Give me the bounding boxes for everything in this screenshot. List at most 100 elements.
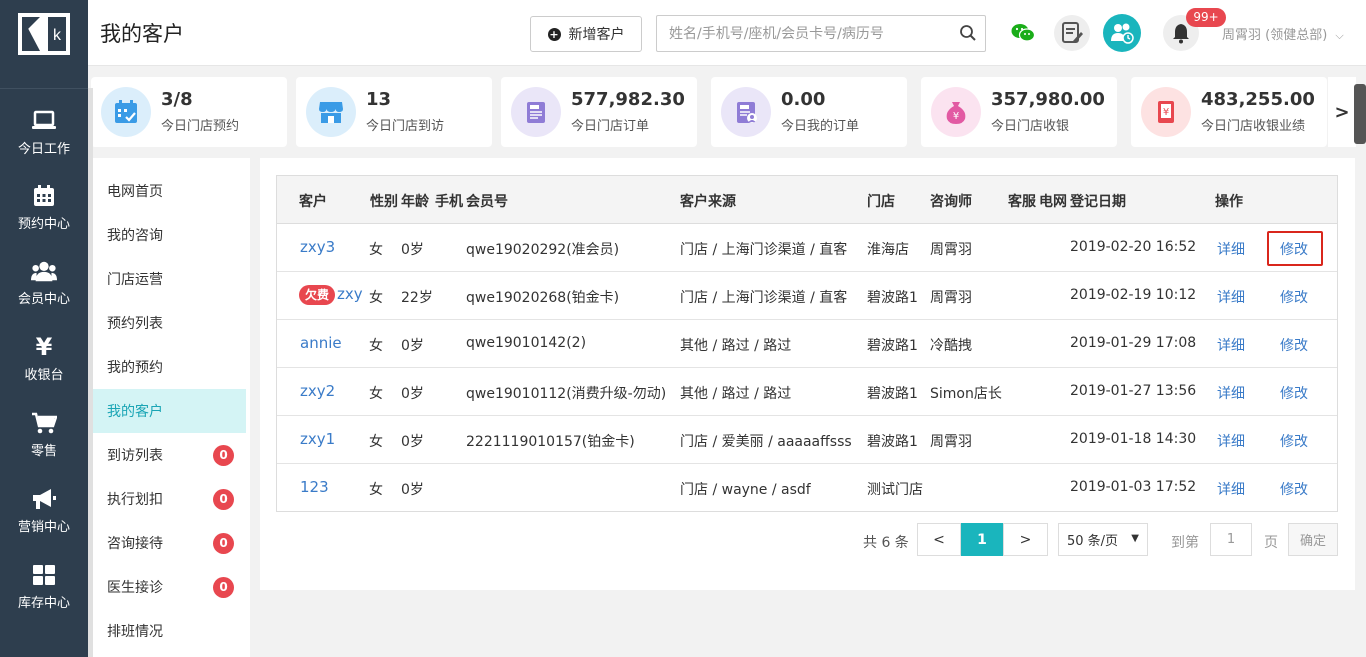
wechat-icon[interactable]	[1005, 15, 1041, 51]
submenu-item-my-customers[interactable]: 我的客户	[93, 389, 246, 433]
nav-inventory-center[interactable]: 库存中心	[0, 562, 88, 632]
date-cell: 2019-01-27 13:56	[1070, 383, 1197, 399]
member-cell: qwe19020268(铂金卡)	[466, 290, 620, 306]
nav-member-center[interactable]: 会员中心	[0, 258, 88, 328]
detail-link[interactable]: 详细	[1217, 383, 1245, 403]
detail-link[interactable]: 详细	[1217, 287, 1245, 307]
stat-card-my-orders[interactable]: 0.00 今日我的订单	[711, 77, 907, 147]
customer-name-link[interactable]: 123	[300, 478, 329, 496]
user-menu[interactable]: 周霄羽 (领健总部) ⌵	[1222, 24, 1344, 43]
svg-text:¥: ¥	[953, 111, 959, 122]
col-gender: 性别	[370, 194, 398, 210]
gender-cell: 女	[369, 482, 383, 498]
stat-label: 今日门店订单	[571, 119, 650, 134]
nav-label: 营销中心	[17, 520, 70, 535]
date-cell: 2019-02-20 16:52	[1070, 239, 1197, 255]
app-logo[interactable]: k	[18, 13, 70, 55]
stat-card-cashier-performance[interactable]: ¥ 483,255.00 今日门店收银业绩	[1131, 77, 1327, 147]
submenu-item-consult-reception[interactable]: 咨询接待 0	[93, 521, 246, 565]
edit-link[interactable]: 修改	[1280, 239, 1308, 259]
nav-cashier[interactable]: ¥ 收银台	[0, 333, 88, 404]
stats-bar: 3/8 今日门店预约 13 今日门店到访 577,982.30 今日门店订单 0…	[88, 66, 1366, 156]
scrollbar-handle[interactable]	[1354, 84, 1366, 144]
gender-cell: 女	[369, 242, 383, 258]
notification-badge: 99+	[1186, 8, 1226, 27]
table-row: 欠费 zxy 女 22岁 qwe19020268(铂金卡) 门店 / 上海门诊渠道…	[277, 272, 1337, 320]
nav-marketing-center[interactable]: 营销中心	[0, 486, 88, 556]
col-age: 年龄	[401, 194, 429, 210]
date-cell: 2019-02-19 10:12	[1070, 287, 1197, 303]
goto-page-input[interactable]	[1210, 523, 1252, 556]
add-customer-button[interactable]: + 新增客户	[530, 16, 642, 52]
gender-cell: 女	[369, 290, 383, 306]
stat-card-visits[interactable]: 13 今日门店到访	[296, 77, 492, 147]
nav-retail[interactable]: 零售	[0, 410, 88, 480]
laptop-icon	[31, 108, 57, 134]
customer-name-link[interactable]: zxy2	[300, 382, 335, 400]
submenu-label: 执行划扣	[107, 492, 163, 508]
submenu-item-schedule[interactable]: 排班情况	[93, 609, 246, 653]
table-row: annie 女 0岁 qwe19010142(2) 其他 / 路过 / 路过 碧…	[277, 320, 1337, 368]
nav-appointment-center[interactable]: 预约中心	[0, 183, 88, 253]
page-1-button[interactable]: 1	[961, 523, 1003, 556]
detail-link[interactable]: 详细	[1217, 239, 1245, 259]
submenu-item-visit-list[interactable]: 到访列表 0	[93, 433, 246, 477]
main-sidebar: k 今日工作 预约中心 会员中心 ¥ 收银台 零售 营销中心 库存中心	[0, 0, 88, 657]
edit-link[interactable]: 修改	[1280, 287, 1308, 307]
customer-search	[656, 15, 986, 52]
search-input[interactable]	[657, 16, 937, 51]
source-cell: 门店 / 上海门诊渠道 / 直客	[680, 290, 848, 306]
stat-label: 今日门店到访	[366, 119, 445, 134]
customer-name-link[interactable]: annie	[300, 334, 342, 352]
store-cell: 碧波路1	[867, 338, 918, 354]
yen-icon: ¥	[35, 333, 53, 361]
col-store: 门店	[867, 194, 895, 210]
submenu-item-network-home[interactable]: 电网首页	[93, 169, 246, 213]
detail-link[interactable]: 详细	[1217, 479, 1245, 499]
page-size-value: 50 条/页	[1067, 534, 1119, 549]
nav-today-work[interactable]: 今日工作	[0, 108, 88, 178]
plus-icon: +	[547, 27, 561, 41]
submenu-item-execute-deduction[interactable]: 执行划扣 0	[93, 477, 246, 521]
stats-next-button[interactable]: >	[1328, 77, 1356, 147]
nav-label: 库存中心	[17, 596, 70, 611]
svg-text:¥: ¥	[1163, 107, 1169, 118]
detail-link[interactable]: 详细	[1217, 431, 1245, 451]
count-badge: 0	[213, 577, 234, 598]
customer-name-link[interactable]: zxy3	[300, 238, 335, 256]
submenu-label: 医生接诊	[107, 580, 163, 596]
col-service: 客服	[1008, 194, 1036, 210]
detail-link[interactable]: 详细	[1217, 335, 1245, 355]
source-cell: 其他 / 路过 / 路过	[680, 338, 792, 354]
submenu-label: 我的客户	[107, 404, 163, 420]
customer-name-link[interactable]: zxy1	[300, 430, 335, 448]
customer-name-link[interactable]: 欠费 zxy	[299, 285, 363, 305]
customer-group-icon[interactable]	[1103, 14, 1141, 52]
edit-link[interactable]: 修改	[1280, 335, 1308, 355]
col-member-no: 会员号	[466, 194, 508, 210]
edit-link[interactable]: 修改	[1280, 431, 1308, 451]
search-icon[interactable]	[959, 24, 977, 46]
stat-card-appointments[interactable]: 3/8 今日门店预约	[91, 77, 287, 147]
submenu-item-my-consultations[interactable]: 我的咨询	[93, 213, 246, 257]
goto-confirm-button[interactable]: 确定	[1288, 523, 1338, 556]
customer-table: 客户 性别 年龄 手机 会员号 客户来源 门店 咨询师 客服 电网 登记日期 操…	[276, 175, 1338, 512]
app-root: k 今日工作 预约中心 会员中心 ¥ 收银台 零售 营销中心 库存中心 我的客户…	[0, 0, 1366, 657]
task-list-icon[interactable]	[1054, 15, 1090, 51]
page-size-select[interactable]: 50 条/页 ▼	[1058, 523, 1148, 556]
store-cell: 碧波路1	[867, 290, 918, 306]
submenu-item-doctor-reception[interactable]: 医生接诊 0	[93, 565, 246, 609]
nav-label: 今日工作	[17, 142, 70, 157]
prev-page-button[interactable]: <	[917, 523, 961, 556]
col-customer: 客户	[299, 194, 327, 210]
stat-card-orders[interactable]: 577,982.30 今日门店订单	[501, 77, 697, 147]
stat-card-cashier[interactable]: ¥ 357,980.00 今日门店收银	[921, 77, 1117, 147]
submenu-item-my-appointments[interactable]: 我的预约	[93, 345, 246, 389]
submenu-item-appointment-list[interactable]: 预约列表	[93, 301, 246, 345]
add-customer-label: 新增客户	[568, 27, 625, 43]
submenu-item-store-operations[interactable]: 门店运营	[93, 257, 246, 301]
next-page-button[interactable]: >	[1003, 523, 1048, 556]
sub-menu: 电网首页 我的咨询 门店运营 预约列表 我的预约 我的客户 到访列表 0 执行划扣…	[93, 158, 250, 657]
edit-link[interactable]: 修改	[1280, 479, 1308, 499]
edit-link[interactable]: 修改	[1280, 383, 1308, 403]
